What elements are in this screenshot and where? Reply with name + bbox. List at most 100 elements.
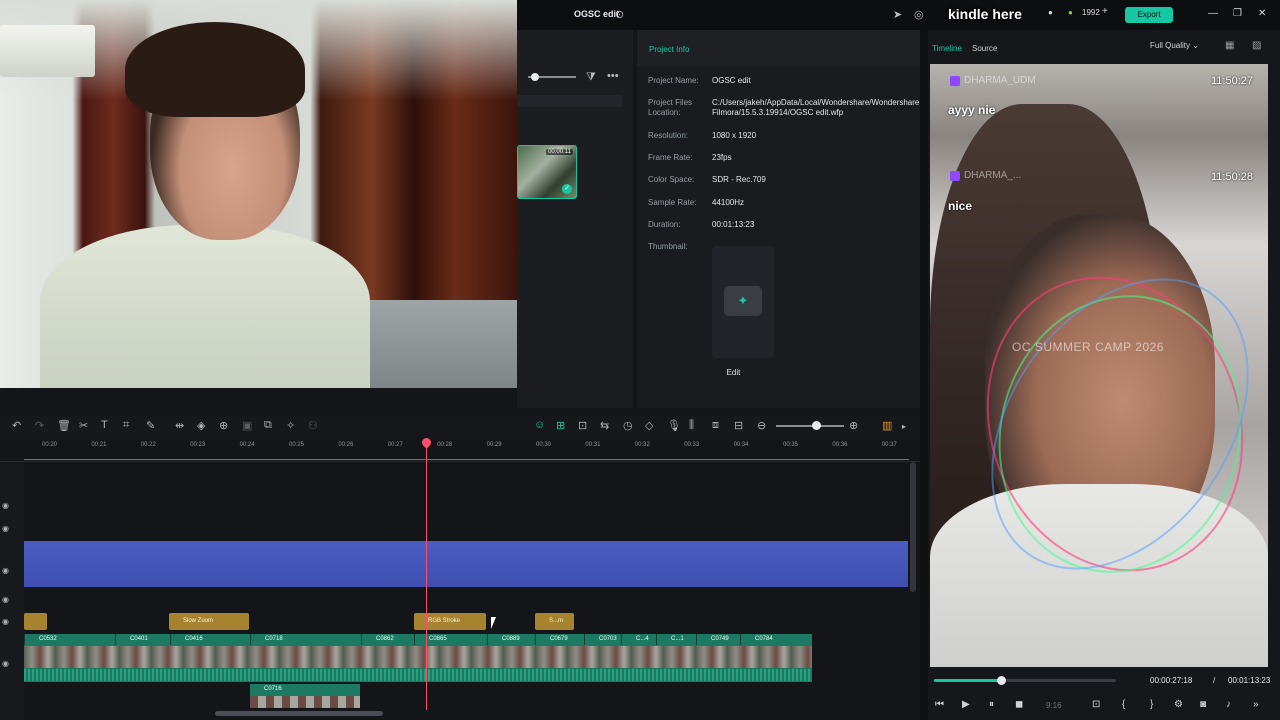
fullscreen-icon[interactable]: » [1253, 699, 1259, 710]
eye-icon[interactable]: ◉ [2, 659, 9, 668]
delete-icon[interactable]: 🗑 [57, 419, 71, 432]
crop-icon[interactable]: ⌗ [123, 419, 129, 432]
avatar-icon[interactable]: ● [1048, 8, 1053, 17]
auto-ripple-icon[interactable]: ⊡ [578, 419, 587, 432]
export-button[interactable]: Export [1125, 7, 1173, 23]
keyframe-icon[interactable]: ◈ [197, 419, 205, 432]
eye-icon[interactable]: ◉ [2, 524, 9, 533]
panel-divider[interactable] [920, 30, 928, 720]
overlay-clip[interactable]: C0716 [250, 684, 360, 708]
scissors-icon[interactable]: ✂ [79, 419, 88, 432]
tab-project-info[interactable]: Project Info [649, 45, 689, 54]
info-label-project-name: Project Name: [648, 76, 699, 85]
close-button[interactable]: ✕ [1258, 8, 1266, 19]
mark-in-icon[interactable]: { [1122, 699, 1125, 710]
play-icon[interactable]: ▶ [962, 699, 970, 710]
more-options-icon[interactable]: ••• [607, 70, 619, 82]
mark-out-icon[interactable]: } [1150, 699, 1153, 710]
group-icon[interactable]: ▣ [242, 419, 252, 432]
playhead[interactable] [426, 440, 427, 710]
aspect-ratio-dropdown[interactable]: 9:16 [1046, 701, 1062, 710]
filter-icon[interactable]: ⧩ [586, 71, 596, 84]
video-clip-label[interactable]: C0862 [361, 634, 414, 645]
video-clip-label[interactable]: C0784 [740, 634, 812, 645]
add-credits-icon[interactable]: + [1102, 6, 1108, 17]
video-clip-label[interactable]: C0889 [487, 634, 535, 645]
add-effect-icon[interactable]: ⊕ [219, 419, 228, 432]
speed-icon[interactable]: ◷ [623, 419, 633, 432]
thumb-size-knob[interactable] [531, 73, 539, 81]
previous-frame-icon[interactable]: ⏮ [935, 699, 944, 710]
video-clip-label[interactable]: C0416 [170, 634, 250, 645]
camera-icon[interactable]: ◙ [1200, 699, 1206, 710]
video-clip-label[interactable]: C0865 [414, 634, 487, 645]
video-clip-label[interactable]: C0401 [115, 634, 170, 645]
info-value-duration: 00:01:13:23 [712, 220, 755, 229]
video-clip-label[interactable]: C0749 [696, 634, 740, 645]
subtitle-icon[interactable]: ⊟ [734, 419, 743, 432]
maximize-button[interactable]: ❐ [1233, 8, 1242, 19]
zoom-out-icon[interactable]: ⊖ [757, 419, 766, 432]
media-thumbnail[interactable]: 00:00:11 ✓ [517, 145, 577, 199]
video-track-frames[interactable] [24, 646, 812, 668]
mixer-icon[interactable]: ⫼ [689, 419, 694, 432]
audio-meter-icon[interactable]: ▥ [882, 419, 892, 432]
ruler-baseline [24, 459, 909, 460]
undo-icon[interactable]: ↶ [12, 419, 21, 432]
pen-icon[interactable]: ✎ [146, 419, 155, 432]
detach-icon[interactable]: ⧉ [264, 419, 272, 432]
toolbar-more-icon[interactable]: ▸ [902, 422, 906, 431]
microphone-icon[interactable]: 🎙 [667, 419, 681, 432]
video-preview[interactable] [930, 64, 1268, 667]
ai-icon[interactable]: ⚇ [308, 419, 318, 432]
timeline-zoom-slider[interactable] [776, 425, 844, 427]
magic-tools-icon[interactable]: ✧ [286, 419, 295, 432]
media-search-bar[interactable] [517, 95, 622, 107]
video-clip-label[interactable]: C0679 [535, 634, 584, 645]
minimize-button[interactable]: — [1208, 8, 1218, 19]
marker-icon[interactable]: ⊡ [1092, 699, 1100, 710]
effect-clip-short[interactable]: S...m [535, 613, 574, 630]
eye-icon[interactable]: ◉ [2, 501, 9, 510]
video-clip-label[interactable]: C0532 [24, 634, 115, 645]
eye-icon[interactable]: ◉ [2, 566, 9, 575]
ruler-tick-label: 00:26 [338, 442, 354, 448]
shield-icon[interactable]: ◇ [645, 419, 653, 432]
sync-icon[interactable]: ⇆ [600, 419, 609, 432]
snap-icon[interactable]: ⊞ [556, 419, 565, 432]
eye-icon[interactable]: ◉ [2, 595, 9, 604]
title-track-clip[interactable] [24, 541, 908, 587]
tab-timeline[interactable]: Timeline [932, 44, 962, 53]
redo-icon[interactable]: ↷ [35, 419, 44, 432]
effect-clip-rgb-stroke[interactable]: RGB Stroke [414, 613, 486, 630]
quality-dropdown[interactable]: Full Quality ⌄ [1150, 41, 1199, 50]
timeline-zoom-knob[interactable] [812, 421, 821, 430]
render-icon[interactable]: ⚙ [1174, 699, 1183, 710]
eye-icon[interactable]: ◉ [2, 617, 9, 626]
split-icon[interactable]: ⇹ [175, 419, 184, 432]
video-clip-label[interactable]: C0718 [250, 634, 361, 645]
render-preview-icon[interactable]: ⧈ [712, 419, 719, 432]
grid-view-icon[interactable]: ▦ [1225, 40, 1234, 51]
ruler-tick-label: 00:21 [91, 442, 107, 448]
pause-icon[interactable]: ⏸ [989, 699, 994, 710]
effect-clip[interactable] [24, 613, 47, 630]
stop-icon[interactable]: ◼ [1015, 699, 1023, 710]
zoom-in-icon[interactable]: ⊕ [849, 419, 858, 432]
effect-clip-slow-zoom[interactable]: Slow Zoom [169, 613, 249, 630]
project-thumbnail[interactable]: ✦ [712, 246, 774, 358]
video-clip-label[interactable]: C...1 [656, 634, 696, 645]
edit-thumbnail-button[interactable]: Edit [712, 368, 755, 377]
volume-icon[interactable]: ♪ [1226, 699, 1231, 710]
send-icon[interactable]: ➤ [893, 8, 902, 21]
video-clip-label[interactable]: C0703 [584, 634, 621, 645]
ai-copilot-icon[interactable]: ☺ [534, 419, 545, 431]
video-clip-label[interactable]: C...4 [621, 634, 656, 645]
headset-icon[interactable]: ◎ [914, 8, 924, 21]
tab-source[interactable]: Source [972, 44, 997, 53]
snapshot-icon[interactable]: ▨ [1252, 40, 1261, 51]
vertical-scrollbar[interactable] [910, 462, 916, 592]
cloud-sync-icon[interactable]: ⊙ [615, 8, 624, 21]
text-icon[interactable]: T [101, 419, 108, 431]
horizontal-scrollbar[interactable] [215, 711, 383, 716]
